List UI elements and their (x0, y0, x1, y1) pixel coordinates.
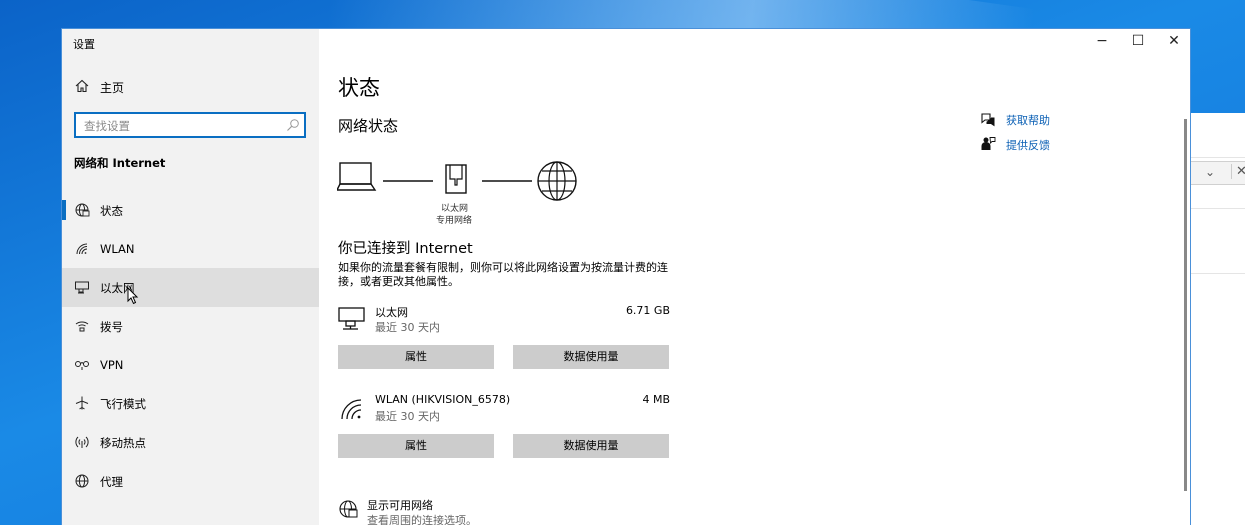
sidebar-item-airplane-mode[interactable]: 飞行模式 (62, 384, 319, 423)
sidebar-item-status[interactable]: 状态 (62, 191, 319, 230)
sidebar-item-dialup[interactable]: 拨号 (62, 307, 319, 346)
sidebar-item-label: 状态 (100, 204, 123, 218)
globe-network-icon (339, 500, 358, 518)
network-status-heading: 网络状态 (338, 117, 399, 135)
give-feedback-link[interactable]: 提供反馈 (980, 134, 1100, 154)
adapter-period: 最近 30 天内 (375, 410, 440, 423)
sidebar: 设置 主页 查找设置 网络和 Internet 状态 WLAN 以太网 拨号 V… (62, 29, 319, 525)
search-placeholder: 查找设置 (84, 119, 130, 133)
scrollbar[interactable] (1184, 119, 1187, 491)
wifi-adapter-icon (341, 399, 362, 420)
sidebar-item-home[interactable]: 主页 (62, 75, 319, 99)
app-title: 设置 (73, 38, 95, 51)
search-icon (287, 119, 299, 131)
adapter-wlan: WLAN (HIKVISION_6578) 最近 30 天内 4 MB (338, 393, 670, 423)
sidebar-item-label: 代理 (100, 474, 123, 489)
adapter-usage: 4 MB (642, 393, 670, 406)
wifi-icon (76, 243, 88, 254)
mouse-cursor-icon (127, 287, 139, 305)
sidebar-item-label: VPN (100, 357, 124, 372)
show-available-networks-link[interactable]: 显示可用网络 查看周围的连接选项。 (338, 495, 638, 525)
sidebar-item-hotspot[interactable]: 移动热点 (62, 423, 319, 462)
laptop-icon (337, 162, 377, 191)
give-feedback-label: 提供反馈 (1006, 139, 1050, 152)
page-title: 状态 (338, 76, 380, 100)
sidebar-item-ethernet[interactable]: 以太网 (62, 268, 319, 308)
status-globe-icon (75, 203, 90, 217)
background-combo: ⌄ ✕ (1191, 161, 1245, 185)
vpn-icon (75, 360, 89, 370)
sidebar-item-label: 飞行模式 (100, 397, 146, 412)
adapter-ethernet: 以太网 最近 30 天内 6.71 GB (338, 304, 670, 334)
show-networks-title: 显示可用网络 (367, 499, 433, 512)
proxy-globe-icon (75, 474, 89, 488)
settings-window: 设置 主页 查找设置 网络和 Internet 状态 WLAN 以太网 拨号 V… (61, 28, 1191, 525)
connection-description: 如果你的流量套餐有限制，则你可以将此网络设置为按流量计费的连接，或者更改其他属性… (338, 261, 668, 288)
adapter-period: 最近 30 天内 (375, 321, 440, 334)
show-networks-subtitle: 查看周围的连接选项。 (367, 514, 477, 525)
main-content: − ☐ ✕ 状态 网络状态 以太网 专用网络 你已连接到 Internet 如果… (319, 29, 1190, 525)
dialup-icon (75, 321, 89, 332)
connection-status-heading: 你已连接到 Internet (338, 241, 473, 257)
close-icon: ✕ (1231, 164, 1245, 179)
background-app-window: ⌄ ✕ (1190, 113, 1245, 525)
ethernet-adapter-icon (338, 307, 365, 330)
ethernet-icon (75, 281, 89, 294)
maximize-button[interactable]: ☐ (1123, 33, 1153, 53)
sidebar-nav: 状态 WLAN 以太网 拨号 VPN 飞行模式 移动热点 代理 (62, 191, 319, 501)
diagram-network-type-label: 专用网络 (436, 216, 473, 226)
wlan-data-usage-button[interactable]: 数据使用量 (513, 434, 669, 458)
adapter-usage: 6.71 GB (625, 304, 670, 317)
sidebar-item-vpn[interactable]: VPN (62, 346, 319, 385)
internet-globe-icon (537, 161, 577, 201)
help-chat-icon (981, 113, 995, 127)
adapter-name: WLAN (HIKVISION_6578) (375, 393, 511, 406)
feedback-person-icon (981, 137, 996, 150)
sidebar-item-label: 移动热点 (100, 436, 146, 451)
ethernet-data-usage-button[interactable]: 数据使用量 (513, 345, 669, 369)
sidebar-item-label: 主页 (100, 81, 125, 95)
hotspot-icon (75, 436, 89, 449)
sidebar-item-wlan[interactable]: WLAN (62, 230, 319, 269)
close-button[interactable]: ✕ (1159, 33, 1189, 53)
section-title: 网络和 Internet (74, 156, 166, 170)
home-icon (75, 79, 89, 93)
adapter-name: 以太网 (375, 306, 408, 319)
search-input[interactable]: 查找设置 (74, 112, 306, 138)
get-help-label: 获取帮助 (1006, 114, 1050, 127)
ethernet-properties-button[interactable]: 属性 (338, 345, 494, 369)
sidebar-item-label: WLAN (100, 241, 135, 256)
minimize-button[interactable]: − (1087, 33, 1117, 53)
chevron-down-icon: ⌄ (1205, 165, 1216, 179)
get-help-link[interactable]: 获取帮助 (980, 109, 1100, 129)
sidebar-item-proxy[interactable]: 代理 (62, 462, 319, 501)
airplane-icon (75, 396, 89, 410)
ethernet-port-icon (445, 164, 467, 194)
wlan-properties-button[interactable]: 属性 (338, 434, 494, 458)
sidebar-item-label: 拨号 (100, 320, 123, 335)
